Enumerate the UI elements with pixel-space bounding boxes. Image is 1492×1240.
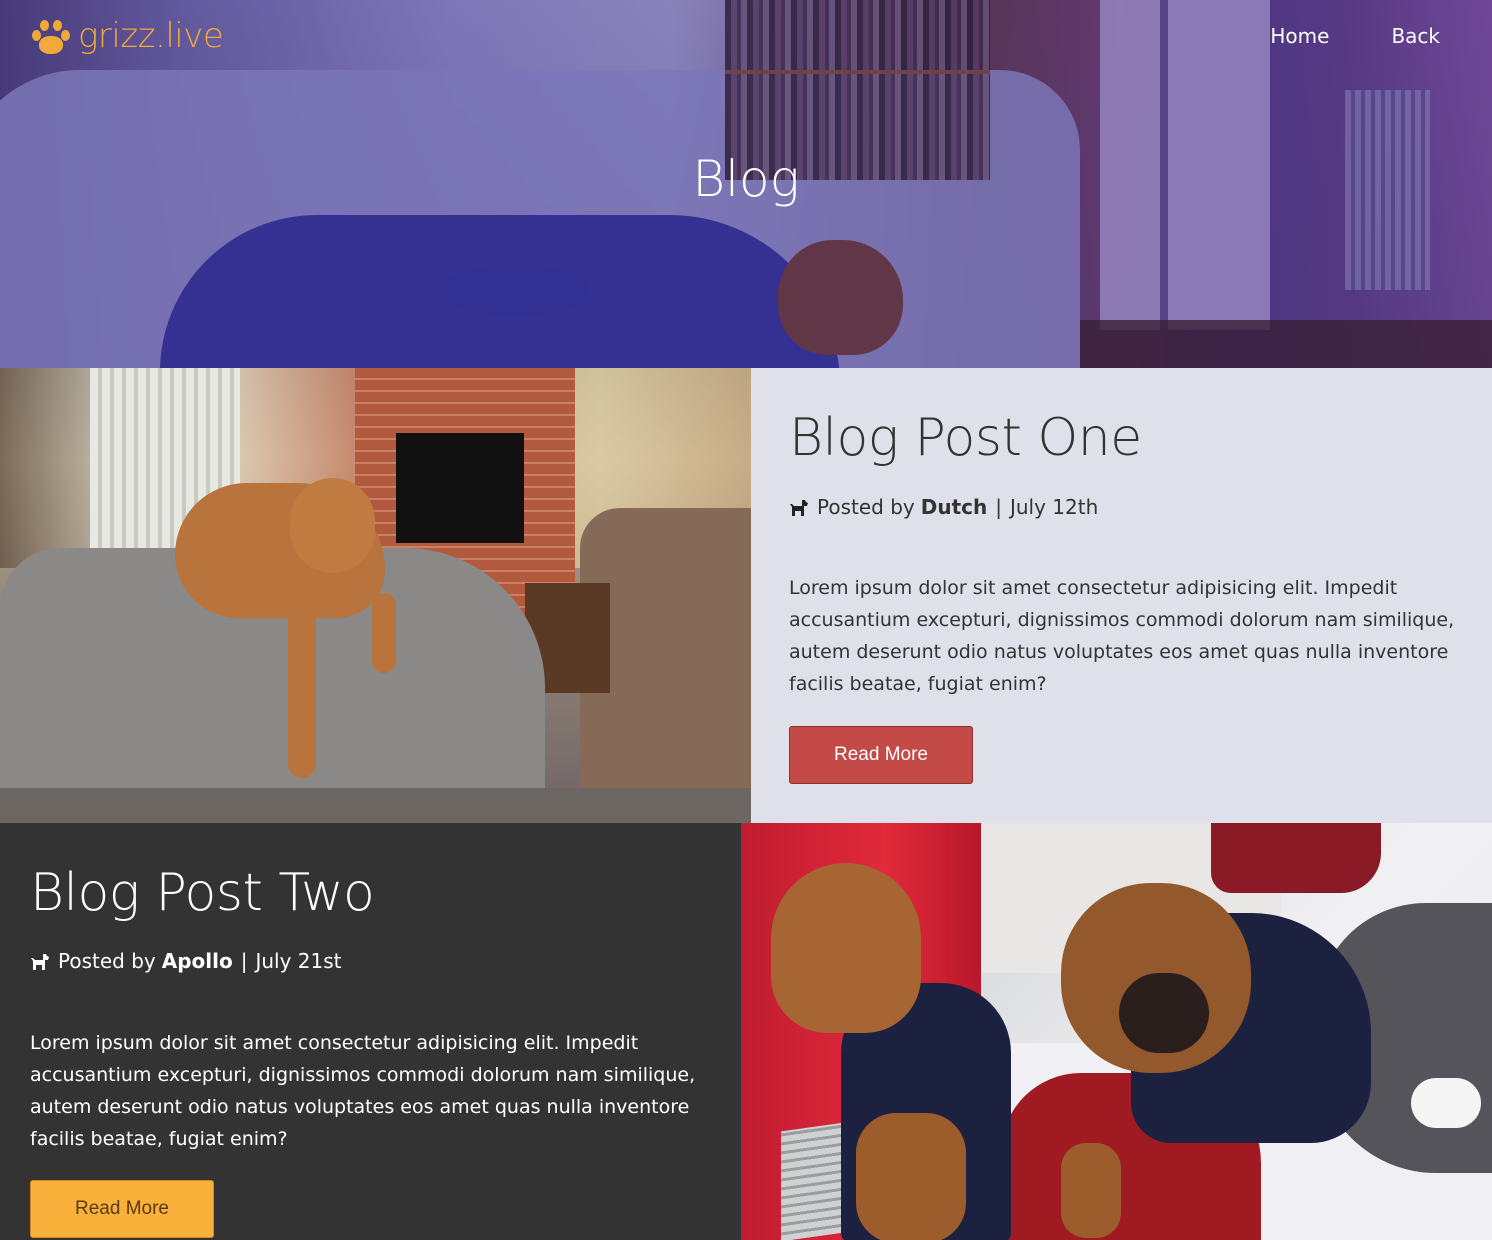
brand-logo-link[interactable]: grizz.live	[28, 16, 224, 56]
top-nav: grizz.live Home Back	[0, 0, 1492, 75]
post-meta: Posted by Apollo | July 21st	[30, 949, 342, 973]
post-excerpt: Lorem ipsum dolor sit amet consectetur a…	[789, 577, 1455, 695]
blog-post-one: Blog Post One Posted by Dutch | July 12t…	[0, 368, 1492, 823]
dog-icon	[789, 498, 809, 516]
page-title: Blog	[692, 150, 800, 208]
post-excerpt: Lorem ipsum dolor sit amet consectetur a…	[30, 1032, 696, 1150]
post-title[interactable]: Blog Post One	[789, 408, 1142, 468]
nav-links: Home Back	[1270, 24, 1440, 48]
brand-name: grizz.live	[78, 16, 224, 56]
meta-separator: |	[995, 495, 1002, 519]
post-author: Apollo	[161, 949, 233, 973]
posted-by-label: Posted by	[817, 495, 915, 519]
hero-banner: grizz.live Home Back Blog	[0, 0, 1492, 368]
posted-by-label: Posted by	[58, 949, 156, 973]
post-date: July 21st	[255, 949, 342, 973]
paw-icon	[28, 16, 74, 56]
post-title[interactable]: Blog Post Two	[30, 863, 375, 923]
post-two-photo	[741, 823, 1492, 1240]
nav-back-link[interactable]: Back	[1391, 24, 1440, 48]
post-one-content: Blog Post One Posted by Dutch | July 12t…	[751, 368, 1492, 823]
post-one-photo	[0, 368, 751, 823]
meta-separator: |	[240, 949, 248, 973]
post-author: Dutch	[920, 495, 988, 519]
read-more-button[interactable]: Read More	[30, 1180, 214, 1238]
post-date: July 12th	[1009, 495, 1099, 519]
read-more-button[interactable]: Read More	[789, 726, 973, 784]
dog-icon	[30, 952, 50, 970]
post-two-content: Blog Post Two Posted by Apollo | July 21…	[0, 823, 741, 1240]
post-meta: Posted by Dutch | July 12th	[789, 495, 1098, 519]
blog-post-two: Blog Post Two Posted by Apollo | July 21…	[0, 823, 1492, 1240]
nav-home-link[interactable]: Home	[1270, 24, 1329, 48]
